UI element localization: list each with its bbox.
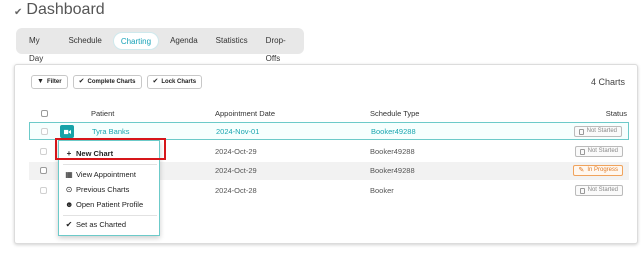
status-badge: Not Started [574,146,623,157]
status-badge: Not Started [574,185,623,196]
tab-statistics[interactable]: Statistics [209,32,255,50]
row-checkbox[interactable] [40,167,47,174]
check-icon: ✔ [65,220,73,229]
pencil-icon: ✎ [578,167,585,174]
menu-divider [63,215,157,216]
history-icon: ⊙ [65,185,73,194]
filter-icon: ▼ [37,78,44,85]
status-badge: ✎ In Progress [573,165,623,176]
filter-button[interactable]: ▼ Filter [31,75,68,89]
row-date: 2024-Oct-29 [215,147,257,156]
document-icon [579,148,585,155]
document-icon [579,187,585,194]
menu-item-set-as-charted[interactable]: ✔ Set as Charted [65,220,126,229]
menu-item-previous-charts[interactable]: ⊙ Previous Charts [65,185,130,194]
check-icon: ✔ [152,78,159,85]
document-icon [578,128,584,135]
row-schedule: Booker49288 [371,127,416,136]
tab-my-day[interactable]: My Day [22,32,57,63]
menu-item-open-patient-profile[interactable]: ☻ Open Patient Profile [65,200,143,209]
row-date: 2024-Oct-29 [215,166,257,175]
tab-charting[interactable]: Charting [112,32,160,50]
video-icon [63,129,71,134]
row-patient[interactable]: Tyra Banks [92,127,130,136]
header-appointment-date: Appointment Date [215,109,276,118]
header-status: Status [605,109,627,118]
tab-agenda[interactable]: Agenda [163,32,205,50]
row-checkbox[interactable] [40,148,47,155]
select-all-checkbox[interactable] [41,110,48,117]
tab-drop-offs[interactable]: Drop-Offs [259,32,300,63]
lock-charts-button[interactable]: ✔ Lock Charts [146,75,203,89]
row-checkbox[interactable] [40,187,47,194]
menu-item-view-appointment[interactable]: ▦ View Appointment [65,170,136,179]
row-schedule: Booker [370,186,394,195]
row-schedule: Booker49288 [370,147,415,156]
row-checkbox[interactable] [41,128,48,135]
check-icon: ✔ [78,78,85,85]
row-date: 2024-Nov-01 [216,127,260,136]
tab-schedule[interactable]: Schedule [61,32,108,50]
menu-divider [63,164,157,165]
user-icon: ☻ [65,200,74,209]
row-schedule: Booker49288 [370,166,415,175]
tab-bar: My Day Schedule Charting Agenda Statisti… [16,28,304,63]
row-date: 2024-Oct-28 [215,186,257,195]
header-patient: Patient [91,109,115,118]
page-title: ✔ Dashboard [14,2,105,18]
status-badge: Not Started [573,126,622,137]
row-actions-button[interactable] [60,125,74,138]
complete-charts-button[interactable]: ✔ Complete Charts [72,75,142,89]
toolbar: ▼ Filter ✔ Complete Charts ✔ Lock Charts [31,75,203,89]
check-icon: ✔ [14,7,23,18]
highlight-annotation-box [55,138,166,160]
table-header: Patient Appointment Date Schedule Type S… [29,109,629,121]
calendar-icon: ▦ [65,170,73,179]
chart-count: 4 Charts [590,77,625,87]
header-schedule-type: Schedule Type [370,109,420,118]
